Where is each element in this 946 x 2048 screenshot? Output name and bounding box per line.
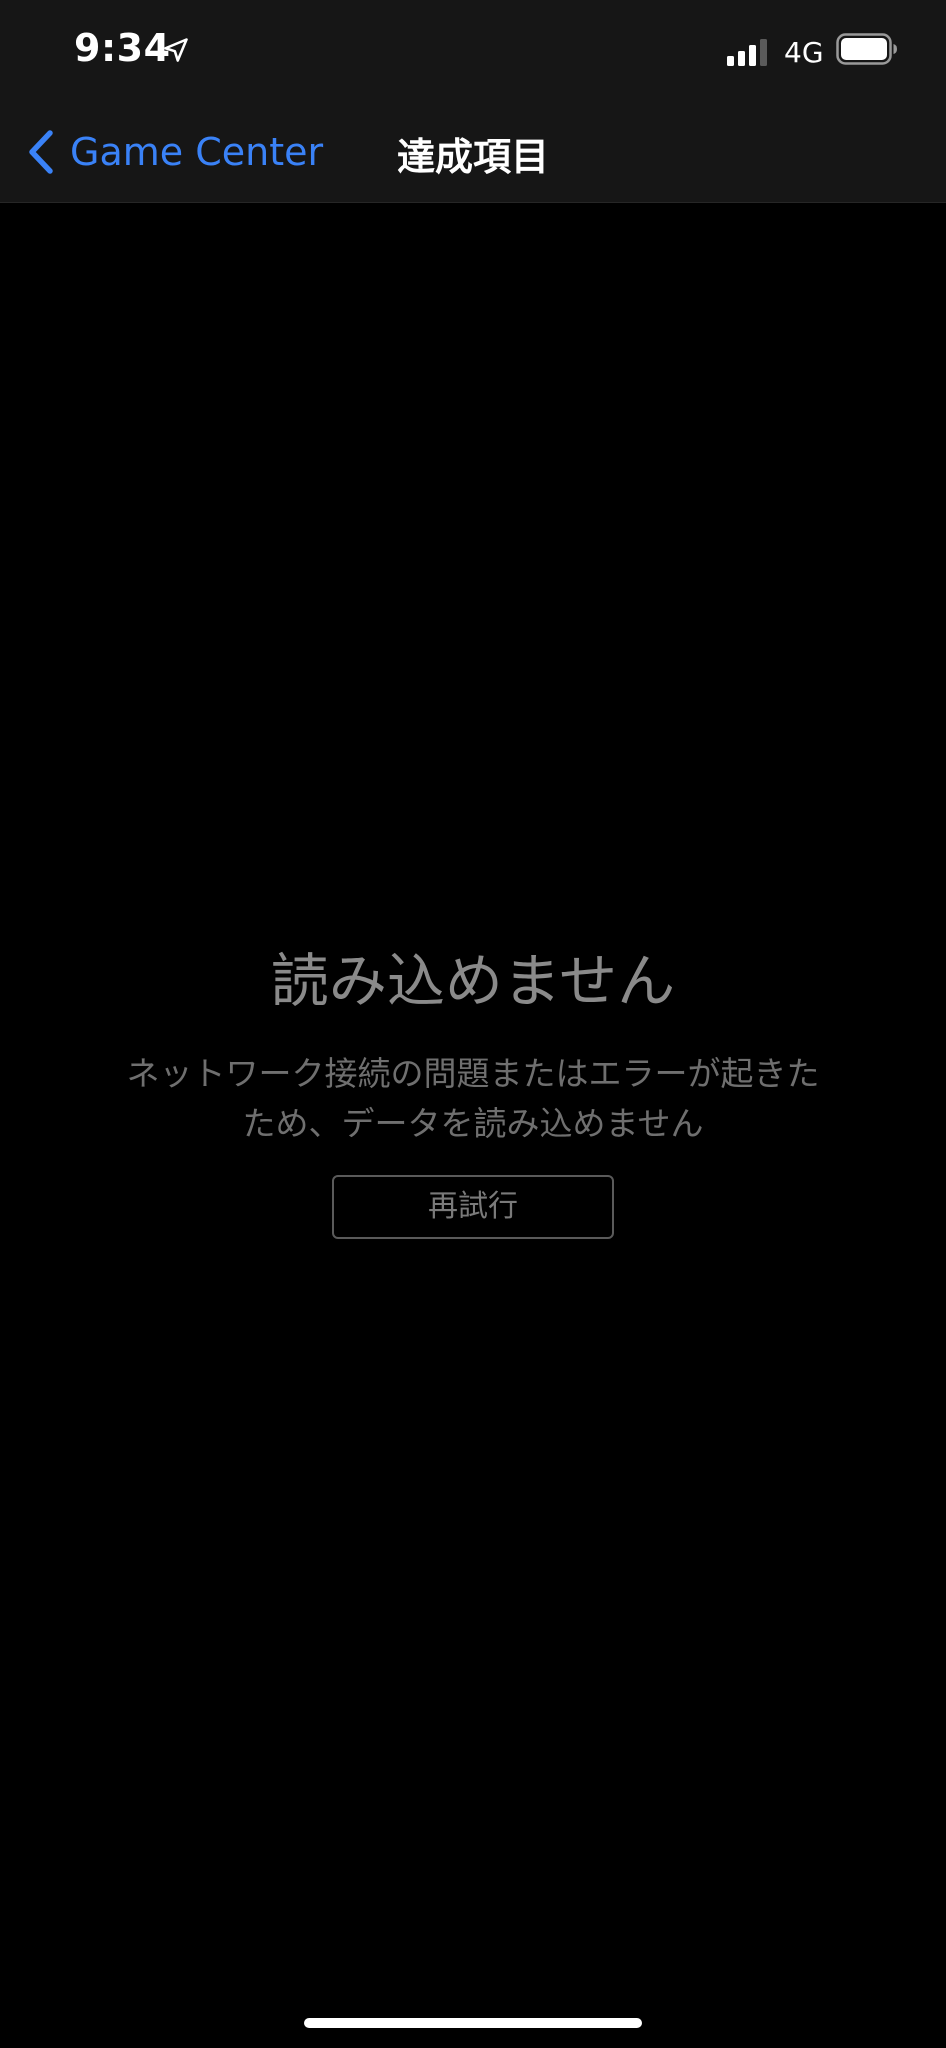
status-time: 9:34 xyxy=(74,26,171,70)
error-title: 読み込めません xyxy=(270,947,676,1015)
status-bar: 9:34 4G xyxy=(0,0,946,100)
cellular-signal-icon xyxy=(727,39,767,66)
network-type-label: 4G xyxy=(784,36,824,69)
screen: 9:34 4G Game Center 達成項目 読み込めません ネットワーク接… xyxy=(0,0,946,2048)
home-indicator[interactable] xyxy=(304,2018,642,2028)
error-state: 読み込めません ネットワーク接続の問題またはエラーが起きたため、データを読み込め… xyxy=(0,943,946,1239)
location-arrow-icon xyxy=(164,38,188,62)
content-area: 読み込めません ネットワーク接続の問題またはエラーが起きたため、データを読み込め… xyxy=(0,203,946,2048)
error-message: ネットワーク接続の問題またはエラーが起きたため、データを読み込めません xyxy=(126,1054,820,1143)
retry-button[interactable]: 再試行 xyxy=(332,1175,614,1239)
page-title: 達成項目 xyxy=(396,135,549,179)
navigation-bar: Game Center 達成項目 xyxy=(0,100,946,202)
battery-icon xyxy=(836,33,897,65)
